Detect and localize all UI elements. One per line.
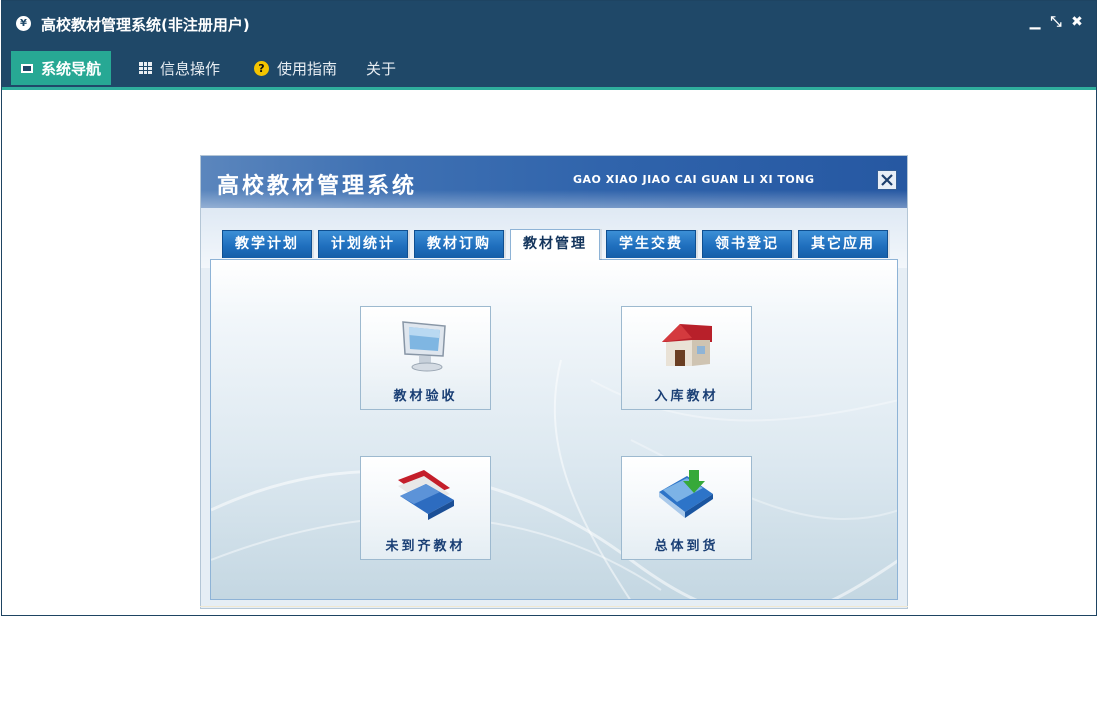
tab-student-fees[interactable]: 学生交费 [606, 230, 696, 258]
app-close-button[interactable] [877, 170, 897, 190]
menu-item-user-guide[interactable]: ? 使用指南 [254, 51, 337, 85]
monitor-icon [401, 321, 446, 372]
tab-plan-stats[interactable]: 计划统计 [318, 230, 408, 258]
footer-divider [200, 606, 908, 607]
app-title: 高校教材管理系统 [217, 174, 418, 199]
minimize-icon[interactable]: ▁ [1028, 14, 1042, 30]
app-header: 高校教材管理系统 GAO XIAO JIAO CAI GUAN LI XI TO… [201, 156, 907, 208]
tab-textbook-manage[interactable]: 教材管理 [510, 229, 600, 260]
stock-in-textbook-button[interactable]: 入库教材 [621, 306, 752, 410]
incomplete-textbook-button[interactable]: 未到齐教材 [360, 456, 491, 560]
menu-item-label: 使用指南 [277, 59, 338, 78]
receive-textbook-button[interactable]: 教材验收 [360, 306, 491, 410]
monitor-icon [21, 63, 33, 73]
close-icon[interactable]: ✖ [1070, 14, 1084, 30]
button-label: 总体到货 [654, 539, 719, 554]
tab-textbook-order[interactable]: 教材订购 [414, 230, 504, 258]
close-icon [881, 174, 893, 186]
menu-item-info-ops[interactable]: 信息操作 [139, 51, 220, 85]
folders-icon [397, 470, 454, 520]
window-title: 高校教材管理系统(非注册用户) [41, 16, 250, 34]
title-bar: ¥ 高校教材管理系统(非注册用户) ▁ ⤡ ✖ [2, 1, 1096, 45]
menu-item-about[interactable]: 关于 [366, 51, 396, 85]
embedded-app: 高校教材管理系统 GAO XIAO JIAO CAI GUAN LI XI TO… [200, 155, 908, 609]
window-controls: ▁ ⤡ ✖ [1028, 14, 1084, 30]
download-icon [658, 470, 713, 518]
tab-content-panel: 教材验收 入库教材 未到齐教材 总体到货 [210, 259, 898, 600]
tab-teaching-plan[interactable]: 教学计划 [222, 230, 312, 258]
app-subtitle: GAO XIAO JIAO CAI GUAN LI XI TONG [573, 173, 815, 186]
app-logo-icon: ¥ [16, 16, 31, 31]
background-swirl [211, 359, 897, 599]
tab-book-collection[interactable]: 领书登记 [702, 230, 792, 258]
menu-item-system-nav[interactable]: 系统导航 [11, 51, 112, 85]
help-icon: ? [254, 60, 269, 76]
button-label: 教材验收 [393, 389, 458, 404]
tab-other-apps[interactable]: 其它应用 [798, 230, 888, 258]
menu-item-label: 信息操作 [160, 59, 221, 78]
house-icon [661, 324, 712, 366]
grid-icon [139, 62, 152, 74]
button-label: 入库教材 [654, 389, 719, 404]
menu-item-label: 系统导航 [41, 59, 102, 78]
button-label: 未到齐教材 [385, 539, 466, 554]
menu-item-label: 关于 [366, 59, 397, 78]
menu-bar: 系统导航 信息操作 ? 使用指南 关于 [2, 45, 1096, 90]
restore-icon[interactable]: ⤡ [1049, 14, 1063, 30]
overall-arrival-button[interactable]: 总体到货 [621, 456, 752, 560]
